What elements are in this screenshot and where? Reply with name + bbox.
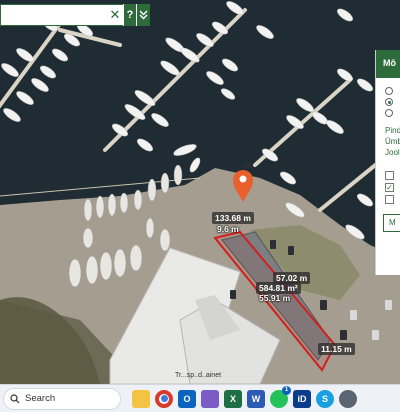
panel-text-perimeter: Ümb	[385, 137, 400, 146]
chevron-double-down-icon[interactable]	[136, 4, 149, 26]
app-round-icon[interactable]	[339, 389, 357, 408]
side-bottom-label: 11.15 m	[318, 343, 355, 355]
outlook-icon[interactable]: O	[178, 389, 196, 408]
whatsapp-icon[interactable]: 1	[270, 385, 291, 408]
id-card-icon[interactable]: iD	[293, 389, 311, 408]
search-icon	[10, 393, 20, 403]
screen: 133.68 m 9.6 m 57.02 m 584.81 m² 55.91 m…	[0, 0, 400, 412]
panel-text-area: Pind	[385, 126, 400, 135]
option-checkbox-1[interactable]	[385, 171, 394, 180]
measure-type-radio-1[interactable]	[385, 87, 393, 95]
side-top-label: 9.6 m	[217, 224, 239, 234]
panel-action-button[interactable]: M	[383, 214, 400, 232]
word-icon[interactable]: W	[247, 389, 265, 408]
measure-type-radio-3[interactable]	[385, 109, 393, 117]
taskbar: Search O X W 1 iD S	[0, 384, 400, 412]
skype-icon[interactable]: S	[316, 389, 334, 408]
map-search-bar: ✕ ?	[0, 4, 150, 26]
measure-type-radio-2[interactable]	[385, 98, 393, 106]
option-checkbox-3[interactable]	[385, 195, 394, 204]
file-explorer-icon[interactable]	[132, 389, 150, 408]
panel-text-lines: Jool	[385, 148, 400, 157]
option-checkbox-2[interactable]: ✓	[385, 183, 394, 192]
side-left-label: 55.91 m	[259, 293, 291, 303]
map-canvas[interactable]	[0, 0, 400, 384]
chrome-icon[interactable]	[155, 389, 173, 408]
close-icon[interactable]: ✕	[107, 7, 123, 23]
map-credit: Tr...sp..d..ainet	[175, 372, 222, 379]
excel-icon[interactable]: X	[224, 389, 242, 408]
app-grid-icon[interactable]	[201, 389, 219, 408]
search-label: Search	[25, 393, 56, 404]
measure-panel: Mõ Pind Ümb Jool ✓ M	[375, 50, 400, 275]
whatsapp-badge: 1	[282, 385, 291, 395]
search-input[interactable]	[1, 5, 107, 25]
help-button[interactable]: ?	[123, 4, 136, 26]
taskbar-search[interactable]: Search	[3, 387, 121, 410]
panel-title: Mõ	[376, 50, 400, 78]
